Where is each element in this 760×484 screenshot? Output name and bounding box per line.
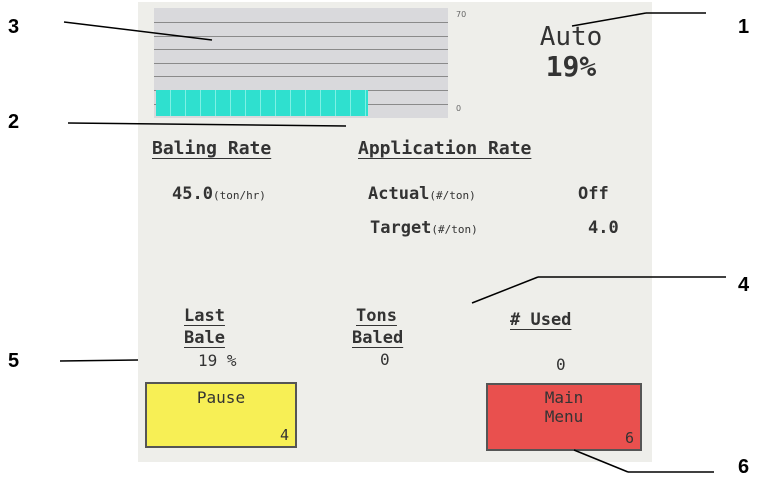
baling-rate-value: 45.0(ton/hr): [172, 184, 266, 204]
main-menu-button-number: 6: [624, 429, 634, 447]
tons-baled-label-2: Baled: [352, 328, 404, 348]
main-menu-label-1: Main: [544, 388, 584, 407]
pause-button[interactable]: Pause 4: [145, 382, 297, 448]
actual-rate-row: Actual(#/ton): [368, 184, 476, 204]
last-bale-label-2: Bale: [184, 328, 225, 348]
baling-rate-header: Baling Rate: [152, 138, 272, 159]
pause-button-number: 4: [279, 426, 289, 444]
tons-baled-label-1: Tons: [356, 306, 397, 326]
used-label: # Used: [510, 310, 572, 330]
callout-2: 2: [8, 111, 20, 133]
callout-3: 3: [8, 16, 20, 38]
mode-label: Auto: [539, 22, 603, 52]
gauge-max-label: 70: [456, 10, 467, 19]
actual-rate-value: Off: [578, 184, 609, 204]
callout-4: 4: [738, 274, 750, 296]
leader-5: [59, 359, 139, 362]
mode-value: 19%: [545, 50, 597, 83]
target-label: Target: [370, 218, 432, 238]
main-menu-label-2: Menu: [544, 407, 584, 426]
gauge-min-label: 0: [456, 104, 462, 113]
baling-rate-unit: (ton/hr): [212, 189, 266, 202]
pause-button-label: Pause: [196, 388, 246, 407]
last-bale-label-1: Last: [184, 306, 225, 326]
gauge-level-fill: [156, 90, 368, 116]
target-unit: (#/ton): [431, 223, 478, 236]
callout-5: 5: [8, 350, 20, 372]
used-value: 0: [556, 355, 566, 374]
actual-label: Actual: [368, 184, 430, 204]
callout-6: 6: [738, 456, 750, 478]
last-bale-value: 19 %: [198, 351, 237, 370]
target-rate-value: 4.0: [588, 218, 619, 238]
baling-rate-number: 45.0: [172, 184, 213, 204]
application-rate-header: Application Rate: [358, 138, 532, 159]
mode-display: Auto 19%: [506, 22, 636, 83]
tons-baled-value: 0: [380, 350, 390, 369]
callout-1: 1: [738, 16, 750, 38]
target-rate-row: Target(#/ton): [370, 218, 478, 238]
main-menu-button[interactable]: Main Menu 6: [486, 383, 642, 451]
actual-unit: (#/ton): [429, 189, 476, 202]
